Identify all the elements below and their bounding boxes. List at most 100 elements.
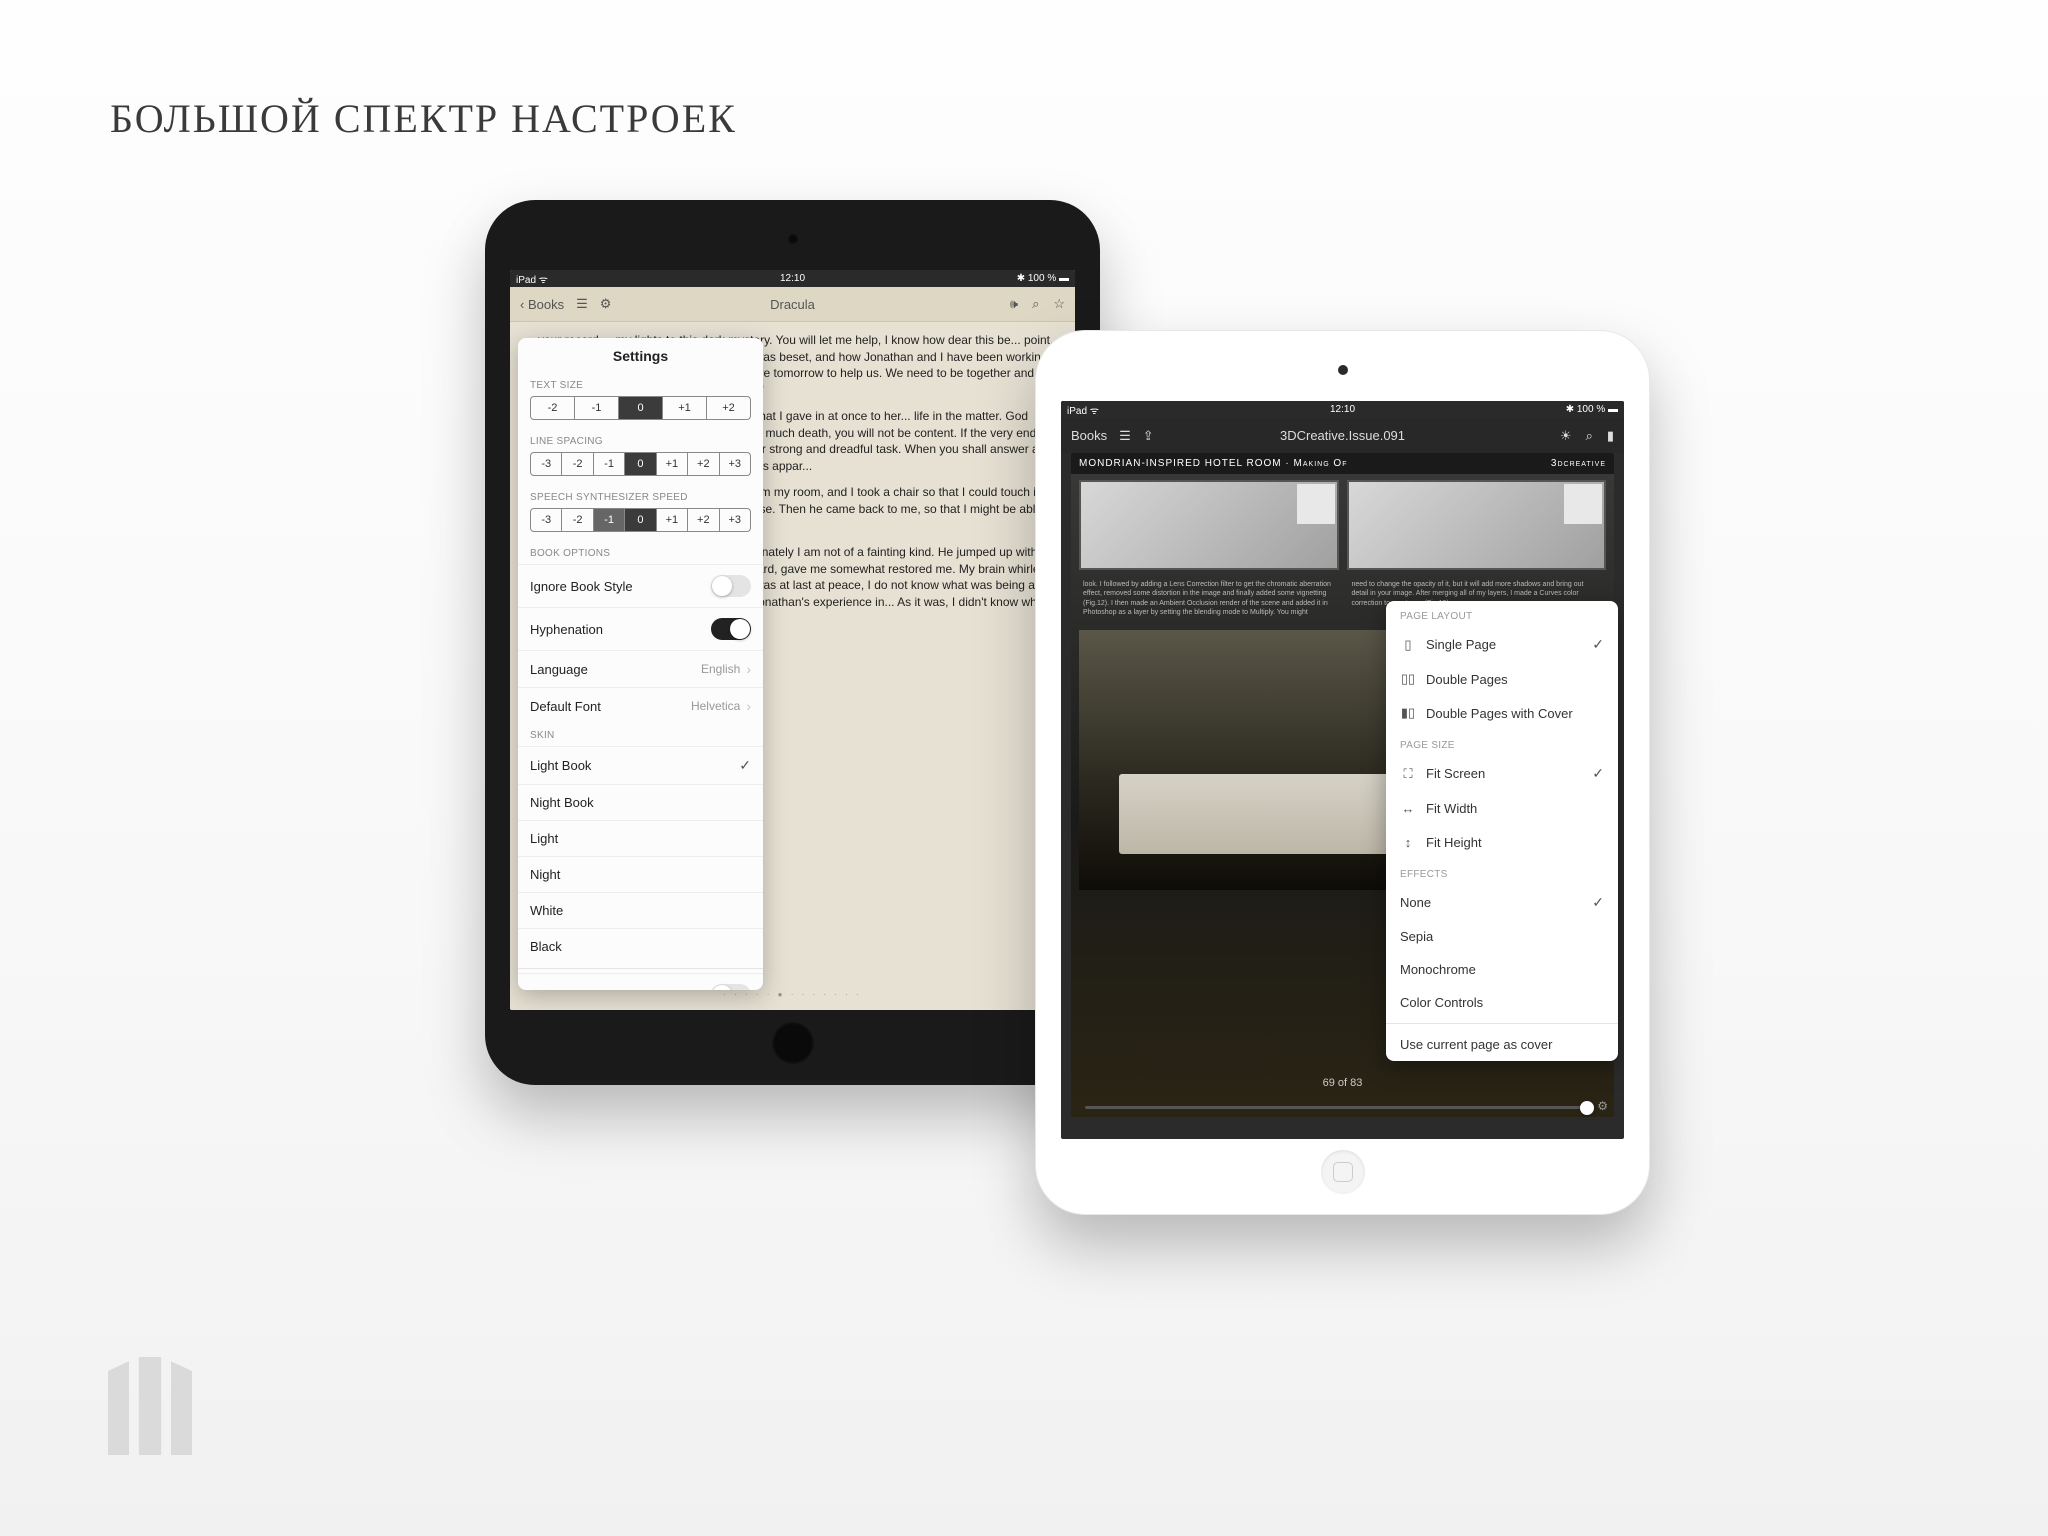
ipad-white-device: iPad ᯤ 12:10 ✱ 100 % ▬ Books ☰ ⇪ 3DCreat… [1035,330,1650,1215]
step[interactable]: -1 [574,397,618,419]
double-cover-icon: ▮▯ [1400,705,1416,721]
status-time: 12:10 [1330,404,1355,415]
bookmark-icon[interactable]: ▮ [1607,428,1614,444]
step[interactable]: -2 [561,509,592,531]
step-active[interactable]: 0 [624,453,655,475]
step-active[interactable]: 0 [618,397,662,419]
hyphenation-row[interactable]: Hyphenation [518,607,763,650]
ignore-book-style-row[interactable]: Ignore Book Style [518,564,763,607]
step[interactable]: -1 [593,509,624,531]
status-carrier: iPad ᯤ [516,272,548,286]
effect-option[interactable]: Monochrome [1386,953,1618,986]
layout-option[interactable]: ▮▯ Double Pages with Cover [1386,696,1618,730]
section-label-line-spacing: LINE SPACING [518,430,763,452]
switch-off[interactable] [711,575,751,597]
step[interactable]: +3 [719,509,750,531]
skin-option[interactable]: Night [518,856,763,892]
step[interactable]: -2 [531,397,574,419]
row-value: Helvetica [691,699,740,713]
search-icon[interactable]: ⌕ [1586,428,1593,444]
layout-option[interactable]: ▯Single Page✓ [1386,627,1618,662]
skin-option[interactable]: Night Book [518,784,763,820]
size-option[interactable]: ↕Fit Height [1386,825,1618,859]
book-title: Dracula [770,297,815,312]
section-label-effects: EFFECTS [1386,859,1618,885]
row-label: Single Page [1426,637,1496,652]
step[interactable]: +1 [656,509,687,531]
share-icon[interactable]: ⇪ [1143,428,1154,444]
text-size-stepper[interactable]: -2 -1 0 +1 +2 [530,396,751,420]
switch-on[interactable] [711,618,751,640]
effect-option[interactable]: Sepia [1386,920,1618,953]
step[interactable]: -3 [531,509,561,531]
row-label: Default Font [530,699,601,714]
page-slider[interactable] [1085,1106,1588,1109]
size-option[interactable]: ↔Fit Width [1386,791,1618,825]
speech-speed-stepper[interactable]: -3 -2 -1 0 +1 +2 +3 [530,508,751,532]
default-font-row[interactable]: Default Font Helvetica › [518,687,763,724]
size-option[interactable]: ⛶Fit Screen✓ [1386,756,1618,791]
home-button[interactable] [1321,1150,1365,1194]
row-label: Fit Height [1426,835,1482,850]
brightness-icon[interactable]: ☀ [1560,428,1572,444]
row-label: Hide Status Bar [530,988,621,991]
step[interactable]: +1 [662,397,706,419]
layout-option[interactable]: ▯▯Double Pages [1386,662,1618,696]
list-icon[interactable]: ☰ [1119,428,1131,444]
pdf-header: MONDRIAN-INSPIRED HOTEL ROOM · Making Of… [1071,453,1614,474]
row-label: Sepia [1400,929,1433,944]
pdf-col: look. I followed by adding a Lens Correc… [1083,580,1334,618]
thumb-image [1079,480,1339,570]
effect-option[interactable]: Color Controls [1386,986,1618,1019]
display-options-popover: PAGE LAYOUT ▯Single Page✓ ▯▯Double Pages… [1386,601,1618,1061]
row-label: Light Book [530,758,591,773]
line-spacing-stepper[interactable]: -3 -2 -1 0 +1 +2 +3 [530,452,751,476]
pdf-thumbnails [1071,474,1614,576]
step[interactable]: +2 [687,453,718,475]
gear-icon[interactable]: ⚙ [1597,1099,1608,1113]
step[interactable]: +2 [706,397,750,419]
row-label: Night [530,867,560,882]
section-label-text-size: TEXT SIZE [518,374,763,396]
camera-icon [788,234,798,244]
step[interactable]: +3 [719,453,750,475]
search-icon[interactable]: ⌕ [1032,296,1039,312]
chevron-right-icon: › [746,698,751,714]
effect-option[interactable]: None✓ [1386,885,1618,920]
row-label: Light [530,831,558,846]
status-battery: ✱ 100 % ▬ [1017,273,1069,284]
speaker-icon[interactable]: 🕪 [1010,296,1018,312]
fit-width-icon: ↔ [1400,800,1416,816]
step-active[interactable]: 0 [624,509,655,531]
row-value: English [701,662,740,676]
check-icon: ✓ [1592,636,1604,653]
skin-option[interactable]: Light Book ✓ [518,746,763,784]
step[interactable]: -3 [531,453,561,475]
step[interactable]: +1 [656,453,687,475]
bookmark-icon[interactable]: ☆ [1053,296,1065,312]
use-as-cover-button[interactable]: Use current page as cover [1386,1028,1618,1061]
list-icon[interactable]: ☰ [576,296,588,312]
section-label-skin: SKIN [518,724,763,746]
step[interactable]: -1 [593,453,624,475]
skin-option[interactable]: White [518,892,763,928]
home-button[interactable] [771,1021,815,1065]
settings-popover: Settings TEXT SIZE -2 -1 0 +1 +2 LINE SP… [518,338,763,990]
settings-icon[interactable]: ⚙ [600,296,612,312]
section-label-page-layout: PAGE LAYOUT [1386,601,1618,627]
switch-off[interactable] [711,984,751,990]
reader-toolbar: ‹ Books ☰ ⚙ Dracula 🕪 ⌕ ☆ [510,287,1075,322]
skin-option[interactable]: Black [518,928,763,964]
check-icon: ✓ [739,757,751,774]
row-label: None [1400,895,1431,910]
skin-option[interactable]: Light [518,820,763,856]
pdf-brand: 3dcreative [1551,458,1606,469]
thumb-image [1347,480,1607,570]
back-button[interactable]: ‹ Books [520,297,564,312]
language-row[interactable]: Language English › [518,650,763,687]
row-label: Double Pages with Cover [1426,706,1573,721]
step[interactable]: -2 [561,453,592,475]
hide-status-bar-row[interactable]: Hide Status Bar [518,973,763,990]
back-button[interactable]: Books [1071,428,1107,443]
step[interactable]: +2 [687,509,718,531]
